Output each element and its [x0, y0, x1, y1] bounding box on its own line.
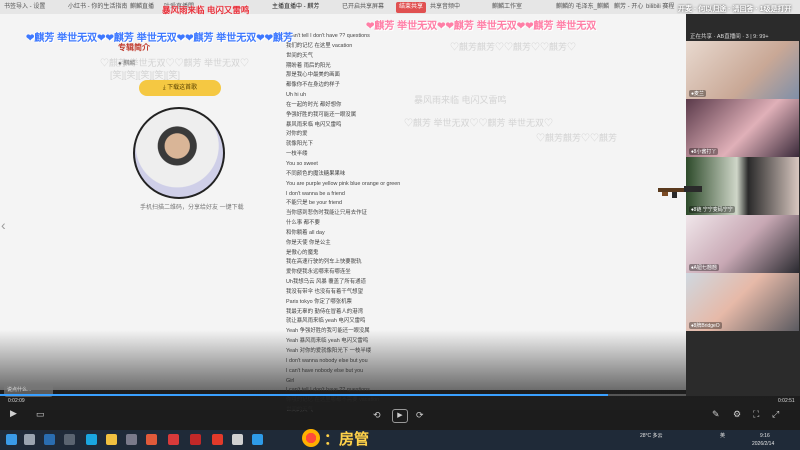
browser-tab-active[interactable]: 主播直播中 - 麒芳: [272, 2, 332, 13]
prev-track-icon[interactable]: ⟲: [373, 410, 381, 421]
lyric-line: 我没有带伞 也没有有着干气想望: [286, 288, 363, 295]
app-icon[interactable]: [106, 434, 117, 445]
browser-icon[interactable]: [86, 434, 97, 445]
browser-tab[interactable]: 麒芳 - 开心: [614, 2, 644, 13]
moderator-banner-text: ：房管: [324, 430, 370, 448]
pause-icon[interactable]: ▶: [392, 409, 408, 423]
lyric-line: 世间的天气: [286, 52, 313, 59]
lyric-line: 是傲心的魔鬼: [286, 249, 319, 256]
lyric-line: 对你的爱: [286, 131, 308, 138]
browser-tab[interactable]: 麒麟直播: [130, 2, 162, 13]
lyric-line: I don't wanna be a friend: [286, 190, 345, 197]
download-button[interactable]: ⤓ 下载这首歌: [139, 80, 221, 96]
lyric-line: I can't tell I don't have ?? questions: [286, 33, 370, 39]
chevron-left-icon[interactable]: ‹: [1, 217, 6, 233]
lyric-line: 一枝半缕: [286, 151, 308, 158]
app-icon[interactable]: [252, 434, 263, 445]
lyric-line: You are purple yellow pink blue orange o…: [286, 180, 401, 187]
progress-bar[interactable]: [0, 394, 800, 396]
lyric-line: 就让暴风雨来临 yeah 电闪又雷鸣: [286, 318, 366, 325]
start-icon[interactable]: [6, 434, 17, 445]
taskbar: [0, 430, 800, 450]
rocket-icon: [302, 429, 320, 447]
screen: 书签导入 - 设置 小红书 - 你的生活指南 麒麟直播 叶爱直播間 主播直播中 …: [0, 0, 800, 450]
expand-icon[interactable]: ⤢: [772, 409, 779, 420]
ime-indicator[interactable]: 英: [720, 432, 725, 439]
browser-tab[interactable]: 书签导入 - 设置: [4, 2, 66, 13]
browser-tab[interactable]: 小红书 - 你的生活指南: [68, 2, 128, 13]
clock-date[interactable]: 2026/2/14: [752, 441, 774, 447]
browser-tab[interactable]: 共享音频中: [430, 2, 480, 13]
lyric-line: 不能只是 be your friend: [286, 200, 343, 207]
browser-tab[interactable]: bilibili 赛程: [646, 2, 686, 13]
lyric-line: 就像阳光下: [286, 141, 313, 148]
browser-tab[interactable]: 麒麟工作室: [492, 2, 552, 13]
settings-icon[interactable]: ⚙: [733, 409, 741, 420]
lyric-line: 不同颜色的魔法糖果果味: [286, 170, 346, 177]
lyric-line: 那是我心中最美的画面: [286, 72, 340, 79]
lyric-line: 期盼着 雨后的阳光: [286, 62, 331, 69]
participant-tile[interactable]: ♦A钮七翘翘: [686, 215, 799, 273]
lyric-line: Paris tokyo 你定了哪张机票: [286, 298, 352, 305]
lyric-line: You so sweet: [286, 160, 318, 167]
lyric-line: 我们的记忆 在这里 vacation: [286, 42, 353, 49]
app-icon[interactable]: [168, 434, 179, 445]
moderator-banner: ：房管: [302, 427, 369, 449]
lyric-line: Uh hi uh: [286, 92, 307, 99]
artist-name[interactable]: ● 麒麟: [118, 58, 135, 67]
search-icon[interactable]: [24, 434, 35, 445]
lyric-line: 在一起的时光 都好想你: [286, 101, 342, 108]
app-icon[interactable]: [64, 434, 75, 445]
download-button-label: 下载这首歌: [167, 85, 198, 91]
participant-name: ♦A钮七翘翘: [689, 264, 719, 271]
edit-icon[interactable]: ✎: [712, 409, 720, 420]
lyric-line: 我在高速行驶的列车上快要脱轨: [286, 259, 362, 266]
browser-tab[interactable]: 麒麟的 毛泽东_麒麟: [556, 2, 612, 13]
app-icon[interactable]: [232, 434, 243, 445]
lyric-line: 都像你不在身边的样子: [286, 82, 340, 89]
danmaku-toggle-icon[interactable]: ▭: [36, 409, 45, 420]
lyric-line: 我最无辜的 勤侍在冒着人的港湾: [286, 308, 363, 315]
lyric-line: 什么事 都不要: [286, 220, 320, 227]
browser-tab-strip: 书签导入 - 设置 小红书 - 你的生活指南 麒麟直播 叶爱直播間 主播直播中 …: [0, 0, 800, 14]
progress-fill: [0, 394, 608, 396]
browser-tab[interactable]: 叶爱直播間: [164, 2, 204, 13]
lyric-line: 爱你便我永远哪来有哪连坐: [286, 269, 351, 276]
share-status-tab: 已开启共享屏幕: [342, 4, 385, 10]
participant-tile[interactable]: ♦8小酱打丫: [686, 99, 799, 157]
lyric-line: 暴风雨来临 电闪又雷鸣: [286, 121, 342, 128]
lyric-line: 当你感到悲伤时我能让只用去作证: [286, 210, 367, 217]
current-time: 0:02:09: [8, 398, 25, 404]
weather-label[interactable]: 28°C 多云: [640, 432, 663, 439]
total-time: 0:02:51: [778, 398, 795, 404]
avatar: [133, 107, 225, 199]
voice-panel-header: 正在共享 · AB直播间 · 3 | 9: 99+: [690, 34, 769, 40]
lyric-line: 和你躺着 all day: [286, 229, 325, 236]
stop-share-button[interactable]: 结束共享: [396, 2, 426, 13]
qr-caption: 手机扫描二维码，分享给好友 一键下载: [140, 205, 244, 211]
participant-name: ●麦兰: [689, 90, 707, 97]
lyric-line: Uh我想乌云 风暴 覆盖了所有通道: [286, 279, 366, 286]
participant-name: ♦8牌BridgeO: [689, 322, 722, 329]
steam-icon[interactable]: [44, 434, 55, 445]
participant-name: ♦8小酱打丫: [689, 148, 719, 155]
next-track-icon[interactable]: ⟳: [416, 410, 424, 421]
player-overlay: [0, 330, 800, 410]
album-title: 专辑简介: [118, 43, 150, 52]
lyric-line: 争强好胜的我可能还一眼没属: [286, 111, 357, 118]
clock-time[interactable]: 9:16: [760, 433, 770, 439]
participant-tile[interactable]: ♦8牌BridgeO: [686, 273, 799, 331]
participant-name: ♦8链 宁宁变码宁宁: [689, 206, 735, 213]
gift-gun-icon: [658, 186, 702, 198]
app-icon[interactable]: [126, 434, 137, 445]
participant-tile[interactable]: ●麦兰: [686, 41, 799, 99]
play-icon[interactable]: ▶: [10, 408, 17, 419]
lyric-line: 你是天使 你是公主: [286, 239, 331, 246]
app-icon[interactable]: [212, 434, 223, 445]
app-icon[interactable]: [190, 434, 201, 445]
app-icon[interactable]: [146, 434, 157, 445]
fullscreen-icon[interactable]: ⛶: [753, 409, 759, 420]
